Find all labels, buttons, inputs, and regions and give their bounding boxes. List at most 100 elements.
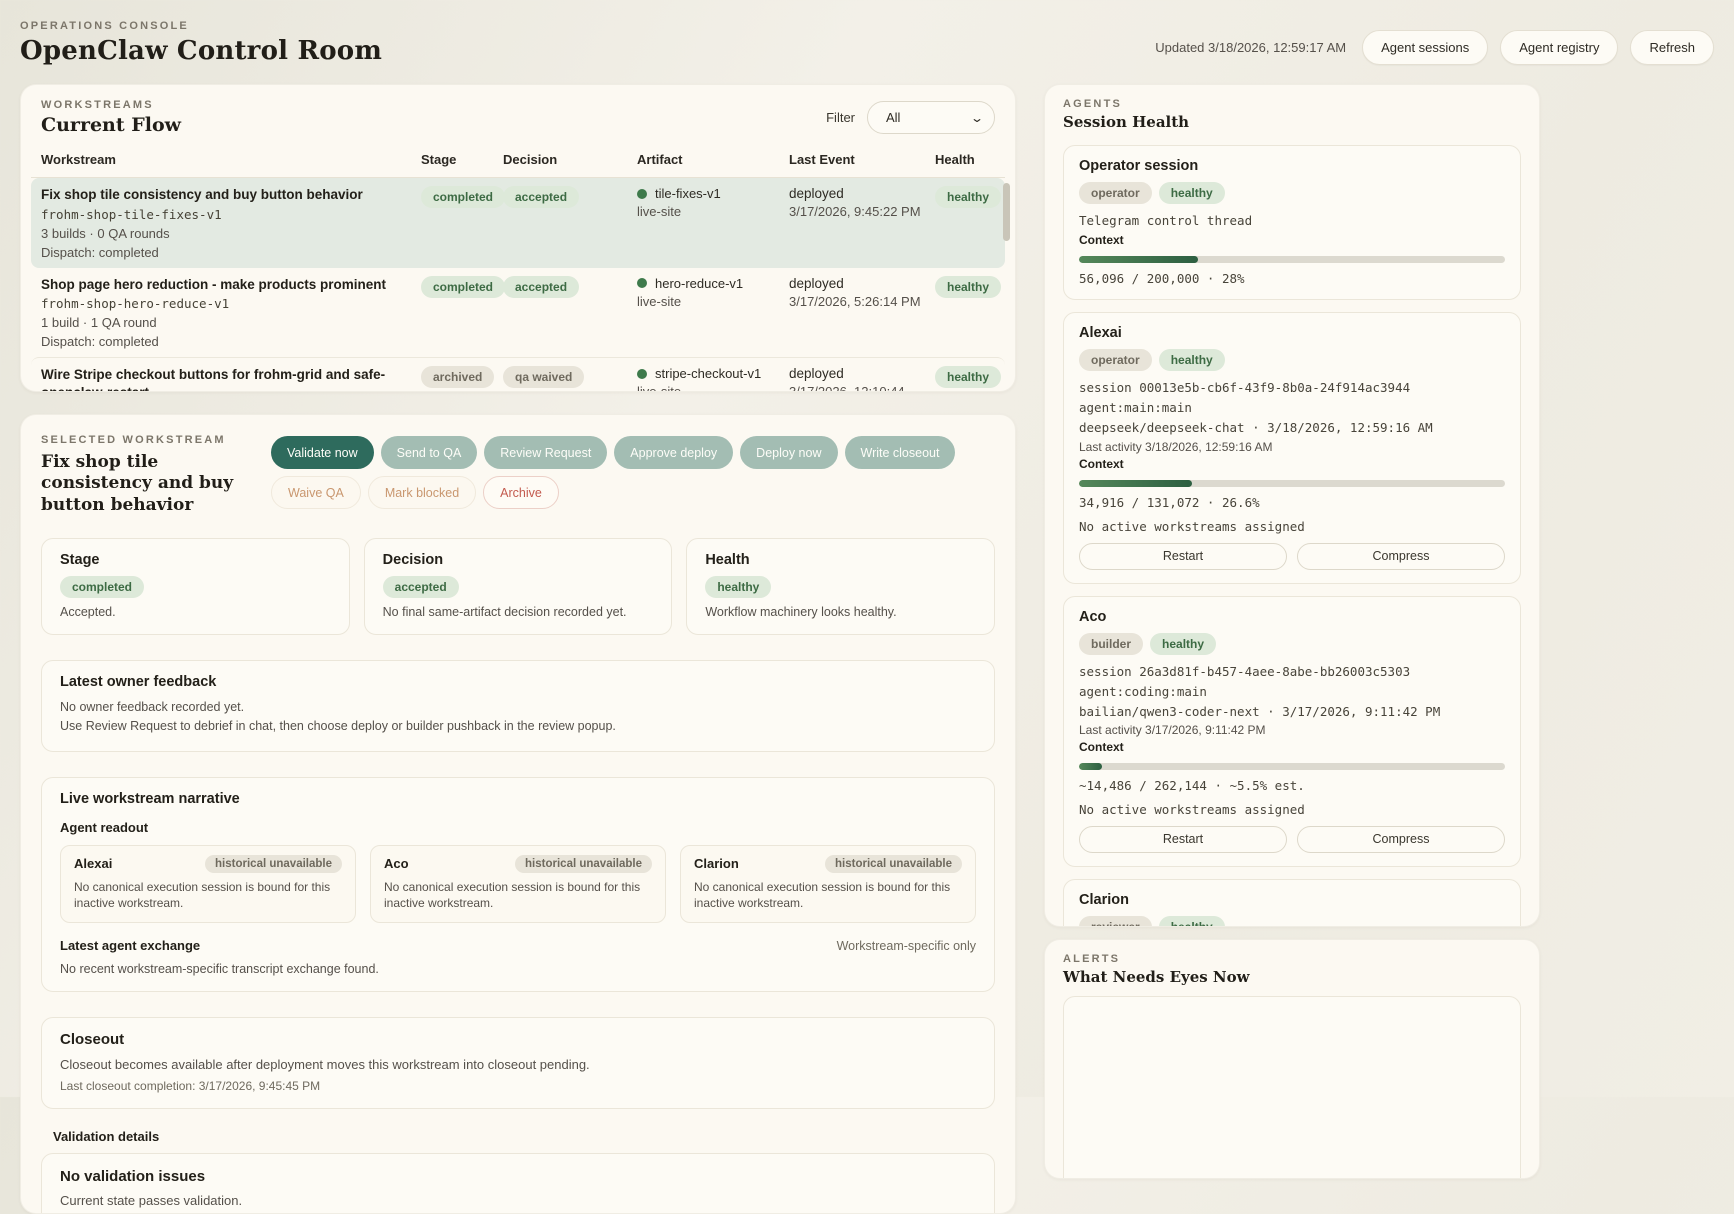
validation-note: Current state passes validation. [60, 1193, 976, 1208]
agent-name: Aco [1079, 609, 1505, 625]
closeout-last-completion: Last closeout completion: 3/17/2026, 9:4… [60, 1079, 976, 1093]
alerts-panel: ALERTS What Needs Eyes Now [1044, 939, 1540, 1179]
agent-health-badge: healthy [1150, 633, 1216, 655]
agent-model: deepseek/deepseek-chat · 3/18/2026, 12:5… [1079, 419, 1505, 437]
artifact-target: live-site [637, 384, 789, 392]
stage-card-title: Stage [60, 552, 331, 568]
table-row[interactable]: Wire Stripe checkout buttons for frohm-g… [31, 357, 1005, 392]
validation-title: No validation issues [60, 1168, 976, 1185]
decision-badge: qa waived [503, 366, 584, 388]
table-header: Workstream Stage Decision Artifact Last … [31, 136, 1005, 178]
agent-identity: agent:main:main [1079, 399, 1505, 417]
agent-role-badge: operator [1079, 182, 1152, 204]
exchange-scope: Workstream-specific only [837, 939, 976, 953]
readout-note: No canonical execution session is bound … [384, 879, 652, 911]
event-time: 3/17/2026, 12:10:44 [789, 384, 935, 392]
agent-last-activity: Last activity 3/17/2026, 9:11:42 PM [1079, 723, 1505, 737]
workstream-title: Shop page hero reduction - make products… [41, 276, 421, 294]
decision-card-badge: accepted [383, 576, 459, 598]
validate-now-button[interactable]: Validate now [271, 436, 374, 469]
decision-card: Decision accepted No final same-artifact… [364, 538, 673, 635]
approve-deploy-button[interactable]: Approve deploy [614, 436, 733, 469]
health-card-title: Health [705, 552, 976, 568]
agents-eyebrow: AGENTS [1063, 98, 1521, 110]
readout-status-badge: historical unavailable [825, 855, 962, 873]
workstream-actions: Validate now Send to QA Review Request A… [271, 436, 995, 509]
stage-card: Stage completed Accepted. [41, 538, 350, 635]
agent-assignment: No active workstreams assigned [1079, 802, 1505, 817]
owner-feedback-card: Latest owner feedback No owner feedback … [41, 660, 995, 752]
agent-session-id: session 00013e5b-cb6f-43f9-8b0a-24f914ac… [1079, 379, 1505, 397]
table-scrollbar-thumb[interactable] [1003, 183, 1010, 241]
artifact-status-dot [637, 369, 647, 379]
refresh-button[interactable]: Refresh [1630, 30, 1714, 65]
review-request-button[interactable]: Review Request [484, 436, 607, 469]
validation-card: No validation issues Current state passe… [41, 1153, 995, 1214]
status-summary-row: Stage completed Accepted. Decision accep… [41, 538, 995, 635]
stage-card-badge: completed [60, 576, 144, 598]
readout-agent-name: Aco [384, 856, 409, 871]
page-title: OpenClaw Control Room [20, 36, 382, 66]
header-titles: OPERATIONS CONSOLE OpenClaw Control Room [20, 20, 382, 66]
selected-title: Fix shop tile consistency and buy button… [41, 452, 271, 516]
agent-health-badge: healthy [1159, 349, 1225, 371]
table-row[interactable]: Fix shop tile consistency and buy button… [31, 178, 1005, 268]
waive-qa-button[interactable]: Waive QA [271, 476, 361, 509]
selected-workstream-card: SELECTED WORKSTREAM Fix shop tile consis… [20, 414, 1016, 1214]
chevron-down-icon: ⌄ [970, 111, 984, 125]
stage-badge: archived [421, 366, 494, 388]
agent-assignment: No active workstreams assigned [1079, 519, 1505, 534]
agent-card-operator-session: Operator session operator healthy Telegr… [1063, 145, 1521, 300]
readout-status-badge: historical unavailable [515, 855, 652, 873]
workstream-title: Wire Stripe checkout buttons for frohm-g… [41, 366, 421, 392]
archive-button[interactable]: Archive [483, 476, 559, 509]
filter-select[interactable]: All ⌄ [867, 101, 995, 134]
col-workstream: Workstream [41, 152, 421, 167]
restart-button[interactable]: Restart [1079, 543, 1287, 570]
artifact-status-dot [637, 189, 647, 199]
alerts-eyebrow: ALERTS [1063, 953, 1521, 965]
agent-role-badge: builder [1079, 633, 1143, 655]
context-usage-text: 56,096 / 200,000 · 28% [1079, 271, 1505, 286]
health-badge: healthy [935, 186, 1001, 208]
alerts-content-card [1063, 996, 1521, 1179]
context-label: Context [1079, 233, 1505, 247]
owner-feedback-line2: Use Review Request to debrief in chat, t… [60, 718, 976, 736]
header-actions: Updated 3/18/2026, 12:59:17 AM Agent ses… [1155, 30, 1714, 65]
col-artifact: Artifact [637, 152, 789, 167]
owner-feedback-line1: No owner feedback recorded yet. [60, 699, 976, 717]
agent-registry-button[interactable]: Agent registry [1500, 30, 1618, 65]
stage-badge: completed [421, 276, 505, 298]
agent-role-badge: operator [1079, 349, 1152, 371]
decision-badge: accepted [503, 186, 579, 208]
write-closeout-button[interactable]: Write closeout [845, 436, 956, 469]
agent-sessions-button[interactable]: Agent sessions [1362, 30, 1488, 65]
col-health: Health [935, 152, 995, 167]
selected-eyebrow: SELECTED WORKSTREAM [41, 434, 271, 446]
artifact-name: tile-fixes-v1 [655, 186, 721, 201]
workstream-dispatch: Dispatch: completed [41, 245, 421, 260]
stage-badge: completed [421, 186, 505, 208]
narrative-title: Live workstream narrative [60, 791, 976, 807]
closeout-card: Closeout Closeout becomes available afte… [41, 1017, 995, 1109]
event-time: 3/17/2026, 5:26:14 PM [789, 294, 935, 309]
artifact-status-dot [637, 278, 647, 288]
agents-title: Session Health [1063, 113, 1521, 131]
health-card: Health healthy Workflow machinery looks … [686, 538, 995, 635]
agent-health-badge: healthy [1159, 182, 1225, 204]
readout-note: No canonical execution session is bound … [74, 879, 342, 911]
decision-card-note: No final same-artifact decision recorded… [383, 605, 654, 619]
col-decision: Decision [503, 152, 637, 167]
compress-button[interactable]: Compress [1297, 826, 1505, 853]
workstreams-card: WORKSTREAMS Current Flow Filter All ⌄ Wo… [20, 84, 1016, 392]
table-row[interactable]: Shop page hero reduction - make products… [31, 268, 1005, 358]
send-to-qa-button[interactable]: Send to QA [381, 436, 478, 469]
mark-blocked-button[interactable]: Mark blocked [368, 476, 476, 509]
compress-button[interactable]: Compress [1297, 543, 1505, 570]
selected-workstream-header: SELECTED WORKSTREAM Fix shop tile consis… [41, 434, 271, 516]
artifact-target: live-site [637, 294, 789, 309]
workstream-slug: frohm-shop-hero-reduce-v1 [41, 296, 421, 311]
deploy-now-button[interactable]: Deploy now [740, 436, 837, 469]
restart-button[interactable]: Restart [1079, 826, 1287, 853]
header-eyebrow: OPERATIONS CONSOLE [20, 20, 382, 32]
